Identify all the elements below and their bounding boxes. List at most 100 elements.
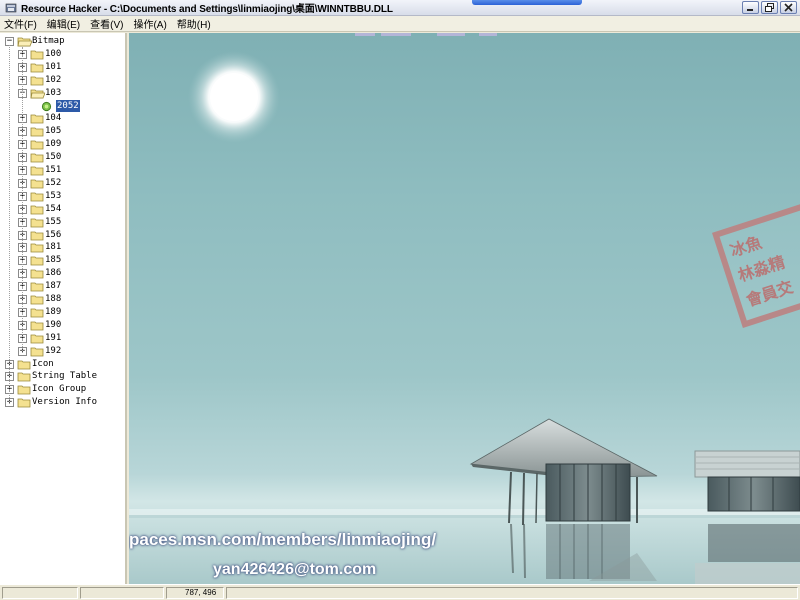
- tree-node-bitmap-item[interactable]: +154: [0, 203, 125, 216]
- menu-edit[interactable]: 编辑(E): [47, 16, 80, 31]
- bitmap-preview: 冰魚 林淼精 會員交 paces.msn.com/members/linmiao…: [129, 33, 800, 584]
- tree-node-label: 181: [45, 242, 62, 253]
- tree-node-bitmap-item[interactable]: +105: [0, 125, 125, 138]
- folder-open-icon: [30, 89, 45, 98]
- watermark-email: yan426426@tom.com: [213, 561, 377, 578]
- restore-icon: [765, 3, 774, 12]
- cursor-coordinates: 787, 496: [166, 587, 224, 599]
- tree-node-bitmap-item[interactable]: +155: [0, 216, 125, 229]
- close-button[interactable]: [780, 1, 797, 14]
- tree-node-bitmap-item[interactable]: +191: [0, 332, 125, 345]
- tree-node-bitmap-item[interactable]: +152: [0, 177, 125, 190]
- tree-connector: [9, 45, 10, 403]
- folder-icon: [30, 127, 44, 137]
- folder-icon: [30, 76, 44, 86]
- tree-node-label: 103: [45, 87, 62, 98]
- minimize-button[interactable]: [742, 1, 759, 14]
- tree-node-label: Bitmap: [32, 36, 65, 46]
- folder-icon: [30, 269, 44, 279]
- folder-icon: [30, 179, 44, 189]
- tree-node-label: 105: [45, 126, 62, 137]
- window-title: Resource Hacker - C:\Documents and Setti…: [21, 4, 393, 15]
- tree-node-root[interactable]: + Icon: [0, 358, 125, 371]
- tree-node-label: 191: [45, 332, 62, 343]
- tree-node-label: 155: [45, 216, 62, 227]
- menu-view[interactable]: 查看(V): [90, 16, 123, 31]
- tree-node-root[interactable]: + String Table: [0, 370, 125, 383]
- tree-node-bitmap-item[interactable]: +181: [0, 241, 125, 254]
- tree-node-bitmap-item[interactable]: +188: [0, 293, 125, 306]
- status-panel-2: [80, 587, 164, 599]
- minimize-icon: [747, 9, 753, 11]
- folder-icon: [30, 166, 44, 176]
- menu-help[interactable]: 帮助(H): [177, 16, 211, 31]
- tree-node-bitmap-item[interactable]: +153: [0, 190, 125, 203]
- tree-node-label: 109: [45, 139, 62, 150]
- tree-node-label: 185: [45, 255, 62, 266]
- tree-node-label: Icon: [32, 358, 54, 369]
- tree-node-label: 189: [45, 306, 62, 317]
- maximize-button[interactable]: [761, 1, 778, 14]
- folder-icon: [30, 218, 44, 227]
- tree-node-label: 100: [45, 48, 62, 59]
- tree-node-label: String Table: [32, 371, 98, 382]
- status-bar: 787, 496: [0, 584, 800, 600]
- tree-node-label: 188: [45, 294, 62, 304]
- tree-node-bitmap-item[interactable]: +150: [0, 151, 125, 164]
- tree-node-label: 186: [45, 268, 62, 279]
- folder-icon: [30, 63, 44, 73]
- tree-node-root[interactable]: + Icon Group: [0, 383, 125, 396]
- tree-node-label: 154: [45, 203, 62, 214]
- tree-node-bitmap-item[interactable]: +100: [0, 48, 125, 61]
- tree-node-bitmap-item[interactable]: +190: [0, 319, 125, 332]
- folder-icon: [30, 334, 44, 344]
- tree-node-bitmap[interactable]: − Bitmap: [0, 35, 125, 48]
- folder-icon: [30, 114, 44, 124]
- tree-node-label: 101: [45, 61, 62, 72]
- tree-node-resource-selected[interactable]: 2052: [0, 99, 125, 113]
- tree-node-label: 152: [45, 177, 62, 188]
- tree-node-root[interactable]: + Version Info: [0, 396, 125, 409]
- tree-node-label: 104: [45, 113, 62, 124]
- folder-icon: [30, 140, 44, 150]
- taskbar-tab: [472, 0, 582, 5]
- tree-node-label: 192: [45, 345, 62, 356]
- folder-icon: [30, 50, 44, 60]
- tree-node-label: 150: [45, 152, 62, 163]
- folder-icon: [30, 347, 44, 356]
- tree-node-label: 153: [45, 190, 62, 201]
- tree-node-bitmap-item[interactable]: +187: [0, 280, 125, 293]
- tree-node-label: 102: [45, 74, 62, 85]
- folder-icon: [30, 295, 44, 305]
- tree-node-bitmap-item[interactable]: +101: [0, 61, 125, 74]
- tree-node-bitmap-item[interactable]: −103: [0, 87, 125, 100]
- resource-tree[interactable]: − Bitmap +100 +101 +102−103 2052 +104 +105 +109 +…: [0, 33, 127, 584]
- folder-icon: [30, 205, 44, 215]
- resource-hacker-icon: [5, 3, 17, 12]
- tree-node-label: 2052: [56, 99, 80, 112]
- folder-icon: [30, 321, 44, 331]
- tree-node-label: Icon Group: [32, 384, 87, 395]
- menu-file[interactable]: 文件(F): [4, 16, 37, 31]
- tree-node-label: Version Info: [32, 397, 98, 408]
- folder-icon: [17, 360, 31, 369]
- preview-image: [129, 33, 800, 584]
- close-icon: [784, 3, 793, 12]
- menu-action[interactable]: 操作(A): [133, 16, 166, 31]
- folder-open-icon: [17, 37, 32, 47]
- folder-icon: [30, 282, 44, 292]
- tree-node-bitmap-item[interactable]: +151: [0, 164, 125, 177]
- tree-node-bitmap-item[interactable]: +192: [0, 345, 125, 358]
- tree-node-bitmap-item[interactable]: +104: [0, 112, 125, 125]
- resource-leaf-icon: [41, 101, 52, 111]
- folder-icon: [30, 153, 44, 163]
- title-bar: Resource Hacker - C:\Documents and Setti…: [0, 0, 800, 16]
- tree-node-bitmap-item[interactable]: +186: [0, 267, 125, 280]
- folder-icon: [30, 192, 44, 202]
- tree-node-bitmap-item[interactable]: +189: [0, 306, 125, 319]
- tree-node-bitmap-item[interactable]: +185: [0, 254, 125, 267]
- tree-node-bitmap-item[interactable]: +102: [0, 74, 125, 87]
- folder-icon: [30, 231, 44, 240]
- tree-node-bitmap-item[interactable]: +109: [0, 138, 125, 151]
- tree-node-bitmap-item[interactable]: +156: [0, 229, 125, 242]
